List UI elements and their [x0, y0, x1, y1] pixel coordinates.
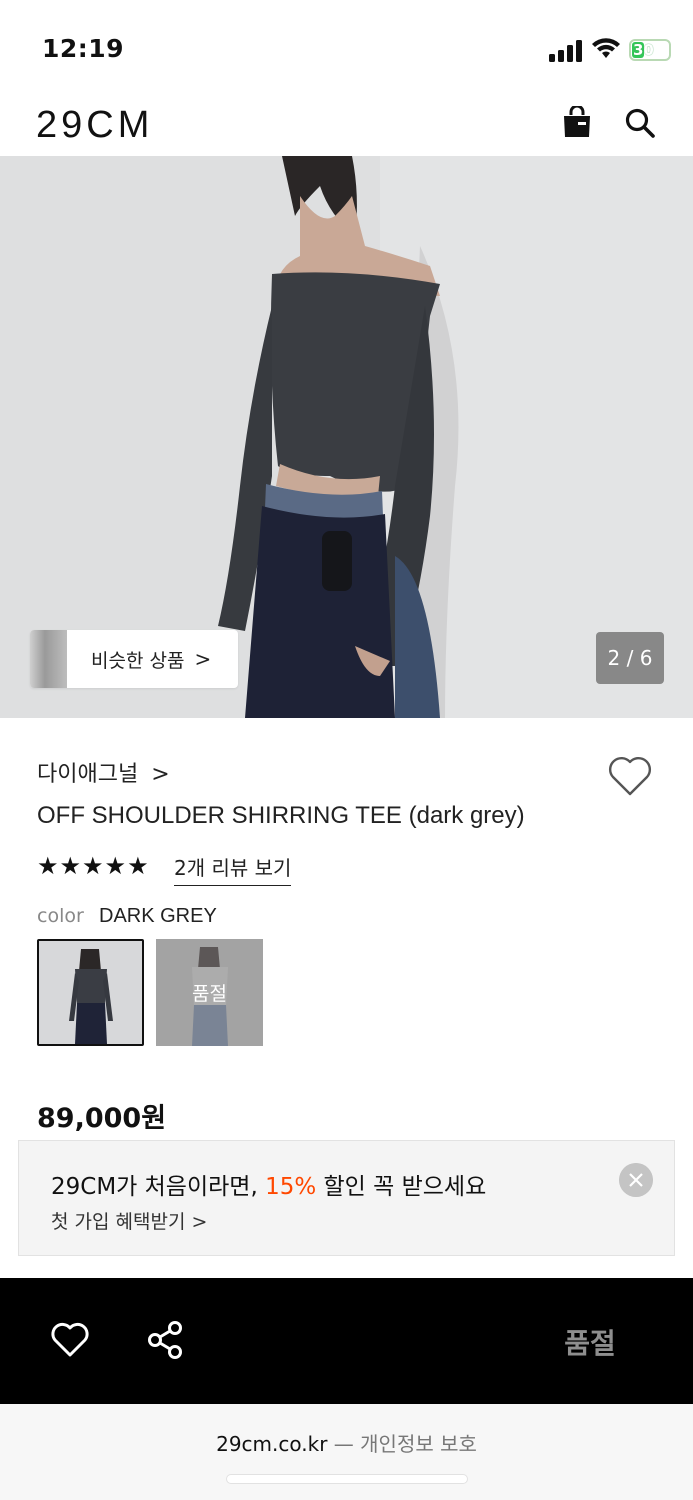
- swatch-photo: [39, 941, 142, 1044]
- chevron-right-icon: >: [151, 762, 170, 787]
- color-swatch-soldout[interactable]: 품절: [156, 939, 263, 1046]
- status-bar: 12:19 30: [0, 0, 693, 92]
- url-domain: 29cm.co.kr: [216, 1432, 328, 1456]
- share-icon[interactable]: [146, 1320, 184, 1360]
- soldout-overlay: 품절: [156, 939, 263, 1046]
- bottom-action-bar: 품절: [0, 1278, 693, 1404]
- similar-product-thumbnail: [30, 630, 67, 688]
- signup-benefit-link[interactable]: 첫 가입 혜택받기 >: [51, 1207, 207, 1234]
- product-name: OFF SHOULDER SHIRRING TEE (dark grey): [37, 802, 525, 829]
- app-header: 29CM: [0, 92, 693, 156]
- promo-discount: 15%: [265, 1174, 317, 1200]
- color-label: color: [37, 905, 84, 927]
- battery-level: 30: [633, 41, 654, 59]
- brand-link[interactable]: 다이애그널 >: [37, 756, 170, 788]
- home-indicator[interactable]: [226, 1474, 468, 1484]
- color-swatch-dark-grey[interactable]: [37, 939, 144, 1046]
- signup-promo-banner[interactable]: 29CM가 처음이라면, 15% 할인 꼭 받으세요 첫 가입 혜택받기 >: [18, 1140, 675, 1256]
- battery-icon: 30: [629, 39, 671, 61]
- promo-title: 29CM가 처음이라면, 15% 할인 꼭 받으세요: [51, 1174, 487, 1200]
- status-time: 12:19: [42, 34, 125, 63]
- chevron-right-icon: >: [194, 647, 212, 671]
- heart-icon[interactable]: [50, 1322, 90, 1358]
- browser-url-bar[interactable]: 29cm.co.kr — 개인정보 보호: [0, 1404, 693, 1500]
- wifi-icon: [592, 38, 620, 58]
- url-text: 29cm.co.kr — 개인정보 보호: [216, 1432, 477, 1456]
- rating-stars: ★★★★★: [37, 852, 150, 880]
- similar-products-label: 비슷한 상품: [91, 649, 185, 672]
- search-icon[interactable]: [624, 107, 656, 139]
- cellular-signal-icon: [549, 40, 582, 62]
- brand-name: 다이애그널: [37, 762, 139, 787]
- heart-icon[interactable]: [607, 755, 653, 797]
- product-image-carousel[interactable]: 비슷한 상품 > 2 / 6: [0, 156, 693, 718]
- close-icon[interactable]: [619, 1163, 653, 1197]
- privacy-label: 개인정보 보호: [360, 1432, 477, 1456]
- product-price: 89,000원: [37, 1103, 167, 1134]
- image-page-counter: 2 / 6: [596, 632, 664, 684]
- soldout-button: 품절: [564, 1327, 616, 1360]
- shopping-bag-icon[interactable]: [562, 106, 592, 138]
- logo[interactable]: 29CM: [36, 104, 153, 147]
- review-link[interactable]: 2개 리뷰 보기: [174, 852, 292, 886]
- similar-products-button[interactable]: 비슷한 상품 >: [30, 630, 238, 688]
- color-value: DARK GREY: [99, 905, 217, 927]
